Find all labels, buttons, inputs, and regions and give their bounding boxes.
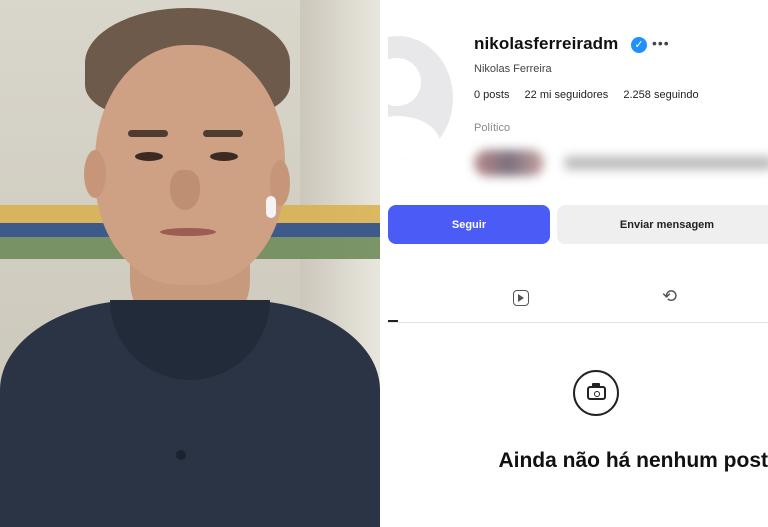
stat-followers[interactable]: 22 mi seguidores bbox=[525, 89, 609, 101]
photo-shirt-button bbox=[176, 450, 186, 460]
no-posts-message: Ainda não há nenhum post bbox=[498, 449, 768, 472]
photo-face bbox=[95, 45, 285, 285]
photo-eye bbox=[210, 152, 238, 161]
camera-icon bbox=[573, 370, 619, 416]
photo-eyebrow bbox=[128, 130, 168, 137]
active-tab-indicator bbox=[388, 320, 398, 322]
profile-photo-left bbox=[0, 0, 380, 527]
verified-badge-icon: ✓ bbox=[631, 37, 647, 53]
camera-icon-body bbox=[587, 386, 606, 400]
instagram-profile-panel: nikolasferreiradm ✓ ••• Nikolas Ferreira… bbox=[388, 0, 768, 527]
camera-icon-lens bbox=[594, 391, 600, 397]
followed-by-blurred bbox=[474, 146, 768, 180]
more-options-icon[interactable]: ••• bbox=[652, 35, 670, 51]
send-message-button[interactable]: Enviar mensagem bbox=[557, 205, 768, 244]
profile-username: nikolasferreiradm bbox=[474, 34, 619, 53]
panel-divider bbox=[380, 0, 388, 527]
repost-icon[interactable]: ⟲ bbox=[662, 286, 677, 306]
followed-by-avatars bbox=[474, 150, 544, 176]
photo-eye bbox=[135, 152, 163, 161]
stat-following[interactable]: 2.258 seguindo bbox=[623, 89, 698, 101]
profile-stats: 0 posts 22 mi seguidores 2.258 seguindo bbox=[474, 89, 711, 101]
followed-by-text-blurred bbox=[564, 156, 768, 170]
avatar-placeholder-body bbox=[388, 116, 441, 160]
photo-nose bbox=[170, 170, 200, 210]
profile-category: Político bbox=[474, 122, 511, 134]
avatar-placeholder-head bbox=[388, 58, 421, 106]
profile-avatar[interactable] bbox=[388, 36, 453, 160]
photo-ear bbox=[84, 150, 106, 198]
reels-icon[interactable] bbox=[513, 290, 529, 306]
profile-full-name: Nikolas Ferreira bbox=[474, 63, 552, 75]
profile-tabs: ⟲ bbox=[388, 270, 768, 323]
photo-eyebrow bbox=[203, 130, 243, 137]
photo-mouth bbox=[160, 228, 216, 236]
photo-earbud bbox=[266, 196, 276, 218]
follow-button[interactable]: Seguir bbox=[388, 205, 550, 244]
stat-posts: 0 posts bbox=[474, 89, 510, 101]
